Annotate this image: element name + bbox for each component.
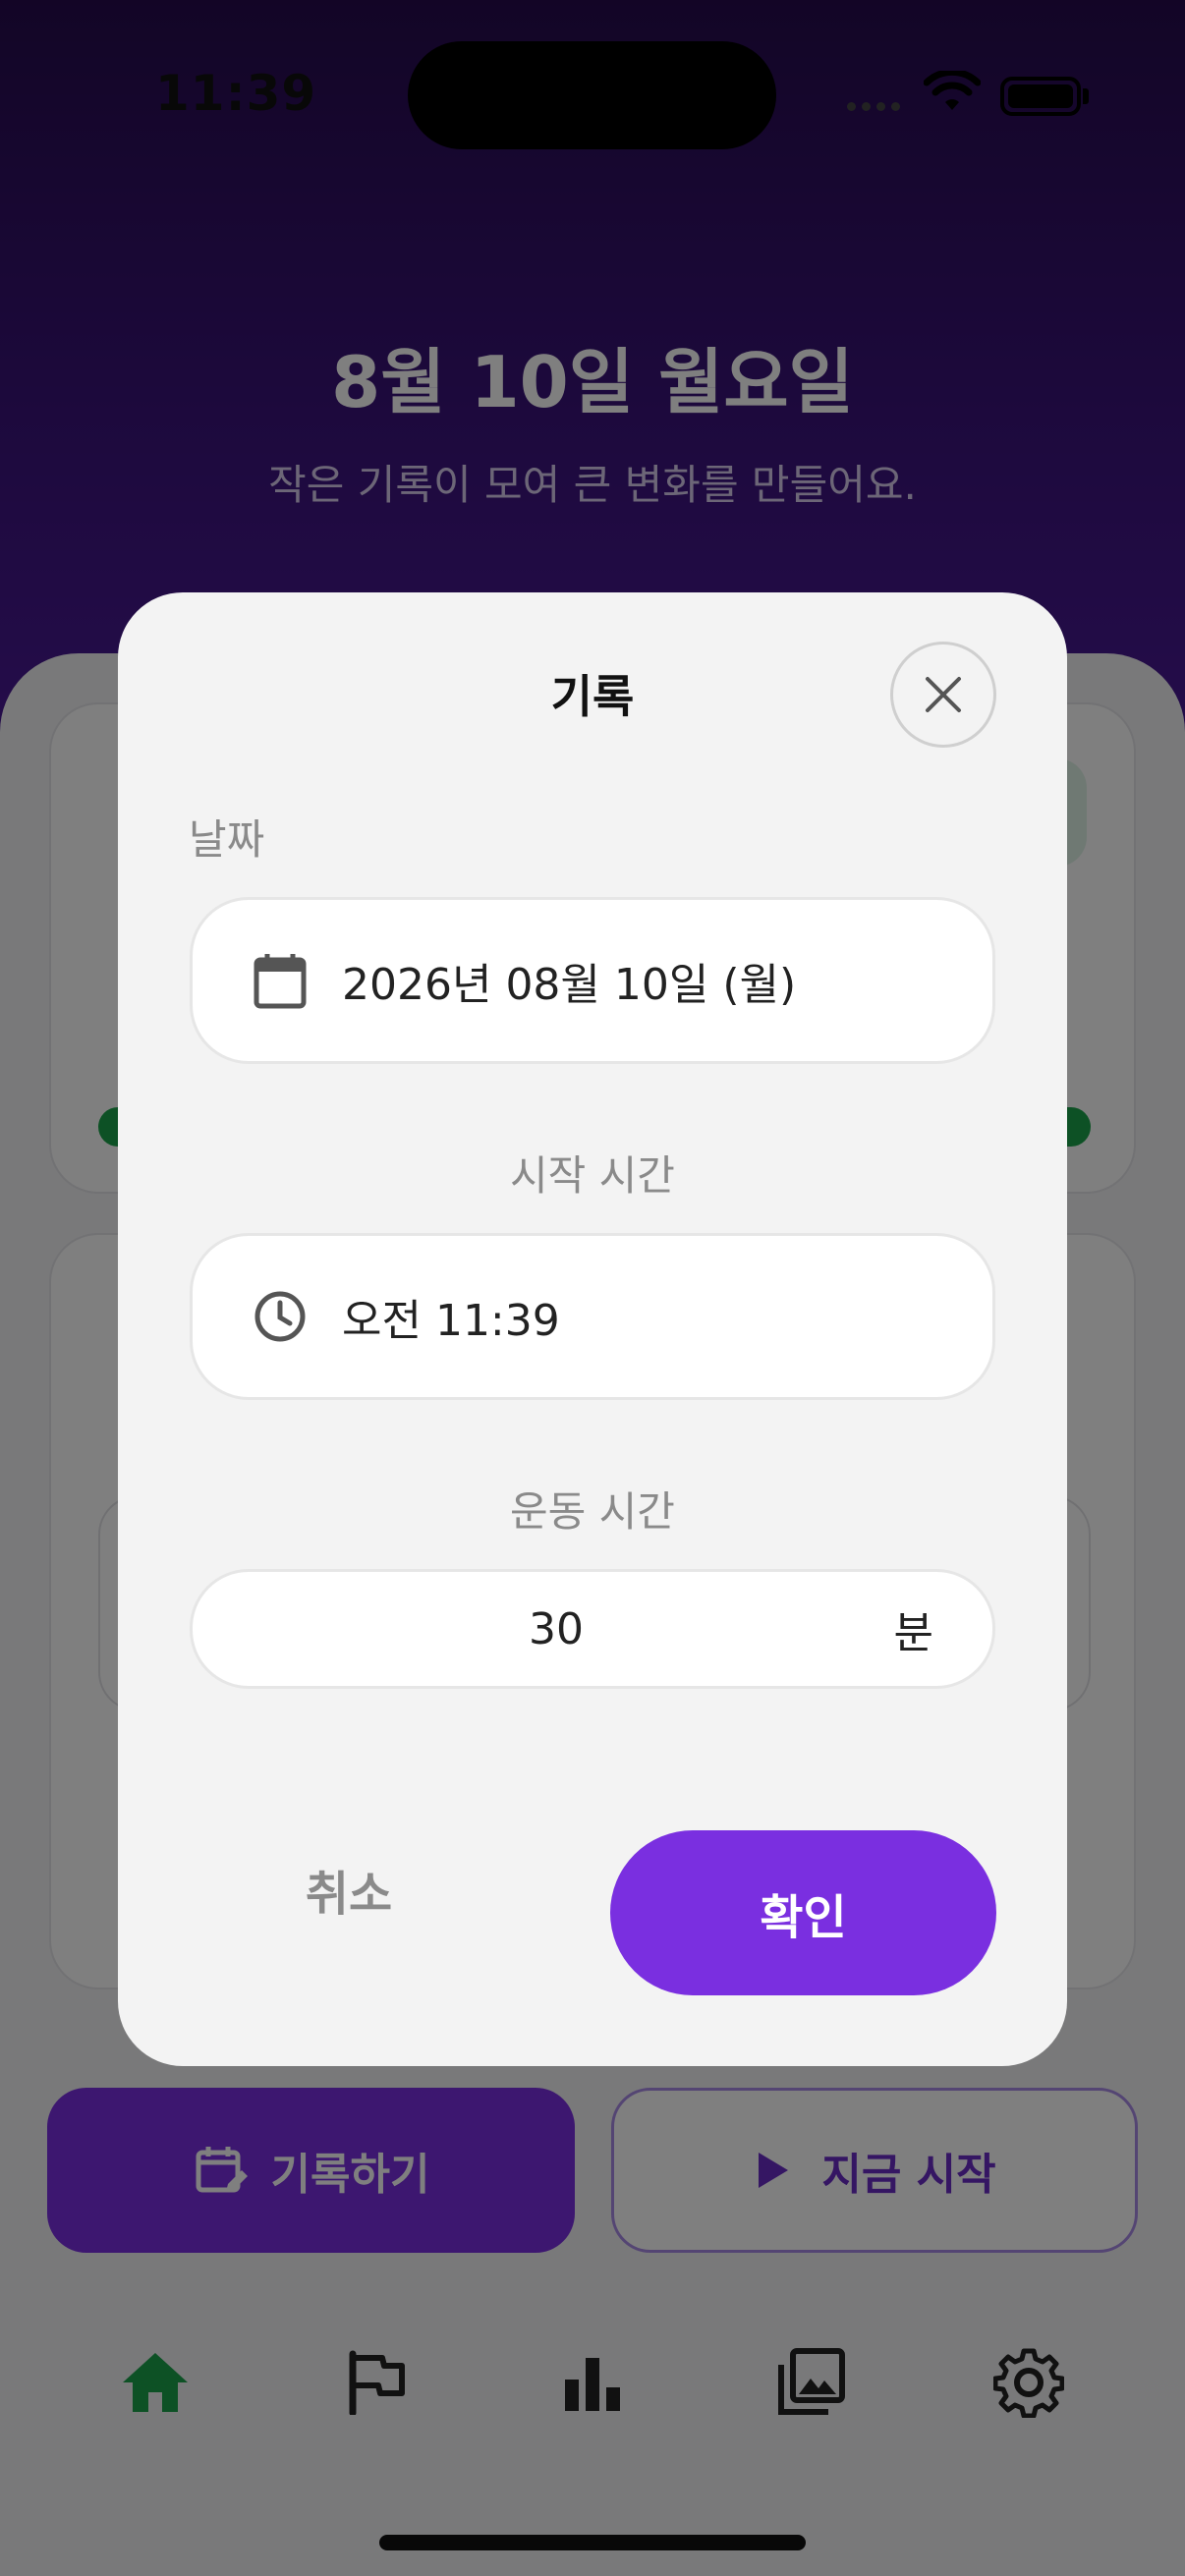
- clock-icon: [252, 1288, 309, 1345]
- duration-unit: 분: [893, 1608, 933, 1658]
- close-button[interactable]: [890, 642, 996, 748]
- date-field[interactable]: 2026년 08월 10일 (월): [190, 897, 995, 1064]
- close-icon: [926, 677, 961, 712]
- date-label: 날짜: [189, 815, 265, 864]
- duration-value: 30: [529, 1603, 584, 1654]
- record-dialog: 기록 날짜 2026년 08월 10일 (월) 시작 시간 오전 11:39 운…: [118, 592, 1067, 2066]
- start-time-value: 오전 11:39: [342, 1296, 560, 1346]
- calendar-icon: [252, 952, 309, 1009]
- duration-input[interactable]: 30 분: [190, 1569, 995, 1689]
- start-time-field[interactable]: 오전 11:39: [190, 1233, 995, 1400]
- cancel-button[interactable]: 취소: [226, 1830, 472, 1948]
- start-time-label: 시작 시간: [510, 1151, 675, 1200]
- confirm-button[interactable]: 확인: [610, 1830, 996, 1995]
- date-value: 2026년 08월 10일 (월): [342, 960, 797, 1010]
- duration-label: 운동 시간: [510, 1487, 675, 1536]
